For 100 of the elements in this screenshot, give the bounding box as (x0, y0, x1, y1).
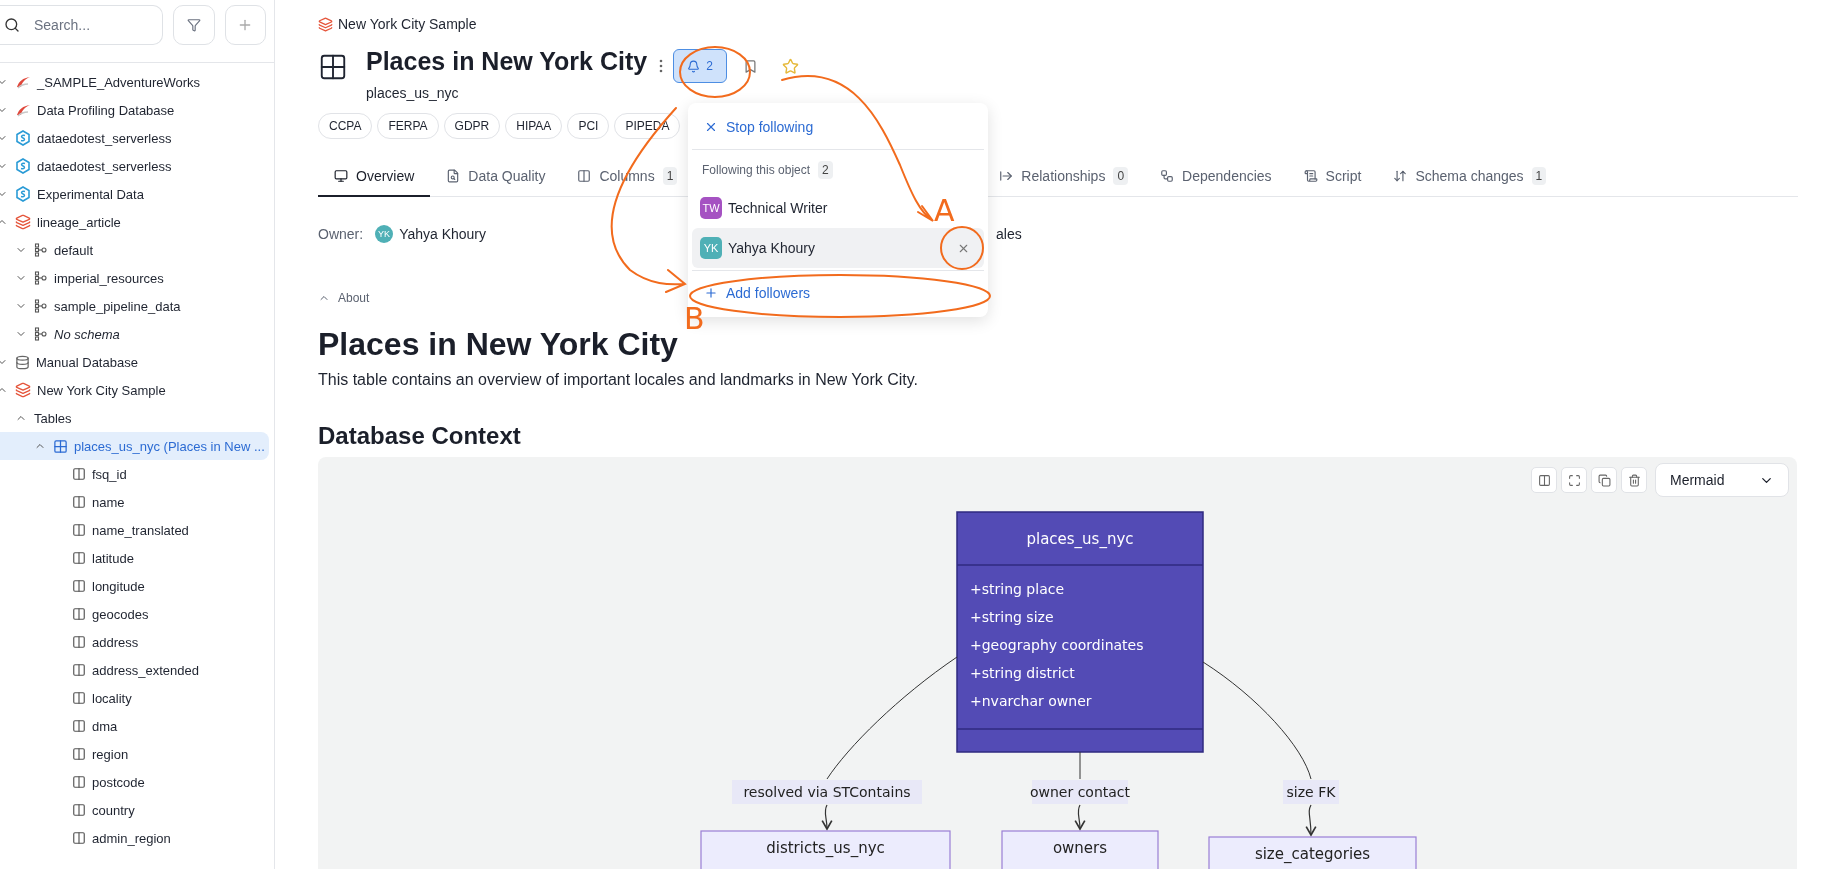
relation-arrow (821, 804, 833, 831)
tree-item[interactable]: region (0, 740, 269, 768)
tab-label: Schema changes (1415, 167, 1524, 184)
tab-count: 1 (1531, 166, 1547, 185)
columns-icon (72, 775, 86, 789)
columns-icon (72, 691, 86, 705)
columns-icon (577, 168, 592, 183)
tree-item[interactable]: dataedotest_serverless (0, 152, 269, 180)
columns-icon (72, 495, 86, 509)
hexagon-icon (15, 186, 31, 202)
avatar: YK (375, 225, 394, 244)
tab-count: 0 (1113, 166, 1129, 185)
swoosh-icon (15, 75, 31, 89)
tab-label: Relationships (1021, 167, 1106, 184)
tree-item[interactable]: name (0, 488, 269, 516)
tree-item[interactable]: address_extended (0, 656, 269, 684)
filter-icon (186, 17, 201, 32)
follower-item[interactable]: YK Yahya Khoury (692, 228, 984, 268)
tree-item[interactable]: Manual Database (0, 348, 269, 376)
monitor-icon (334, 168, 348, 183)
fullscreen-button[interactable] (1561, 467, 1587, 494)
class-attribute: +string place (970, 581, 1065, 598)
class-attribute: +nvarchar owner (970, 693, 1092, 710)
breadcrumb-link[interactable]: New York City Sample (338, 16, 477, 32)
tab[interactable]: Relationships 0 (983, 156, 1145, 198)
split-view-button[interactable] (1531, 467, 1557, 494)
swoosh-icon (15, 103, 31, 117)
filter-button[interactable] (173, 4, 215, 45)
columns-icon (72, 607, 86, 621)
delete-button[interactable] (1621, 467, 1647, 494)
tree-item[interactable]: geocodes (0, 600, 269, 628)
tree-item[interactable]: admin_region (0, 824, 269, 852)
annotation-circle (679, 46, 751, 98)
stop-following-button[interactable]: Stop following (692, 107, 984, 147)
hierarchy-icon (34, 299, 48, 313)
section-heading: Database Context (318, 421, 522, 452)
tree-item[interactable]: address (0, 628, 269, 656)
table-icon (318, 52, 348, 82)
tree-item[interactable]: sample_pipeline_data (0, 292, 269, 320)
workflow-icon (1160, 168, 1175, 183)
tree-item[interactable]: country (0, 796, 269, 824)
add-button[interactable] (224, 4, 266, 45)
avatar: TW (700, 197, 722, 219)
tree-item[interactable]: No schema (0, 320, 269, 348)
scroll-icon (1303, 168, 1318, 183)
copy-button[interactable] (1591, 467, 1617, 494)
tree-item[interactable]: dma (0, 712, 269, 740)
tree-item[interactable]: longitude (0, 572, 269, 600)
annotation-letter: B (684, 304, 705, 334)
tree-item[interactable]: postcode (0, 768, 269, 796)
tree-item[interactable]: Experimental Data (0, 180, 269, 208)
tree-item[interactable]: _SAMPLE_AdventureWorks (0, 68, 269, 96)
tab[interactable]: Script (1287, 156, 1378, 198)
tree-item[interactable]: imperial_resources (0, 264, 269, 292)
close-icon (704, 120, 718, 134)
columns-icon (72, 635, 86, 649)
relation-label: owner contact (1029, 780, 1131, 805)
columns-icon (72, 831, 86, 845)
tab-label: Dependencies (1182, 167, 1272, 184)
object-title: Places in New York City (366, 46, 648, 76)
content-heading: Places in New York City (318, 325, 678, 364)
tab[interactable]: Dependencies (1144, 156, 1288, 198)
owner-name[interactable]: Yahya Khoury (399, 226, 487, 243)
database-icon (15, 354, 30, 370)
tree-item[interactable]: name_translated (0, 516, 269, 544)
tree-item[interactable]: fsq_id (0, 460, 269, 488)
tree-item[interactable]: Tables (0, 404, 269, 432)
hierarchy-icon (34, 327, 48, 341)
tree-item[interactable]: places_us_nyc (Places in New ... (0, 432, 269, 460)
star-icon (782, 57, 800, 75)
format-dropdown[interactable]: Mermaid (1655, 463, 1789, 498)
tree-item[interactable]: Data Profiling Database (0, 96, 269, 124)
tree-item[interactable]: locality (0, 684, 269, 712)
relation-arrow (1305, 804, 1317, 837)
follow-button[interactable]: 2 (673, 49, 728, 83)
layers-icon (15, 214, 31, 230)
about-toggle[interactable]: About (318, 291, 370, 306)
tree-item[interactable]: New York City Sample (0, 376, 269, 404)
table-icon (53, 438, 68, 454)
class-title: places_us_nyc (1026, 530, 1134, 549)
tab[interactable]: Schema changes 1 (1377, 156, 1563, 198)
tree-item[interactable]: latitude (0, 544, 269, 572)
columns-icon (72, 663, 86, 677)
tab[interactable]: Overview (318, 156, 431, 198)
columns-icon (1537, 473, 1551, 487)
owner-label: Owner: (318, 226, 364, 243)
layers-icon (15, 382, 31, 398)
tab[interactable]: Data Quality (430, 156, 562, 198)
entity-title: districts_us_nyc (766, 839, 885, 858)
follower-item[interactable]: TW Technical Writer (692, 188, 838, 228)
follower-count: 2 (818, 161, 833, 179)
tree-item[interactable]: default (0, 236, 269, 264)
relation-line (1079, 751, 1081, 780)
columns-icon (72, 579, 86, 593)
tree-item[interactable]: dataedotest_serverless (0, 124, 269, 152)
avatar: YK (700, 237, 722, 259)
hierarchy-icon (34, 243, 48, 257)
search-field[interactable]: Search... (0, 4, 163, 45)
follower-name: Technical Writer (728, 200, 828, 216)
tree-item[interactable]: lineage_article (0, 208, 269, 236)
